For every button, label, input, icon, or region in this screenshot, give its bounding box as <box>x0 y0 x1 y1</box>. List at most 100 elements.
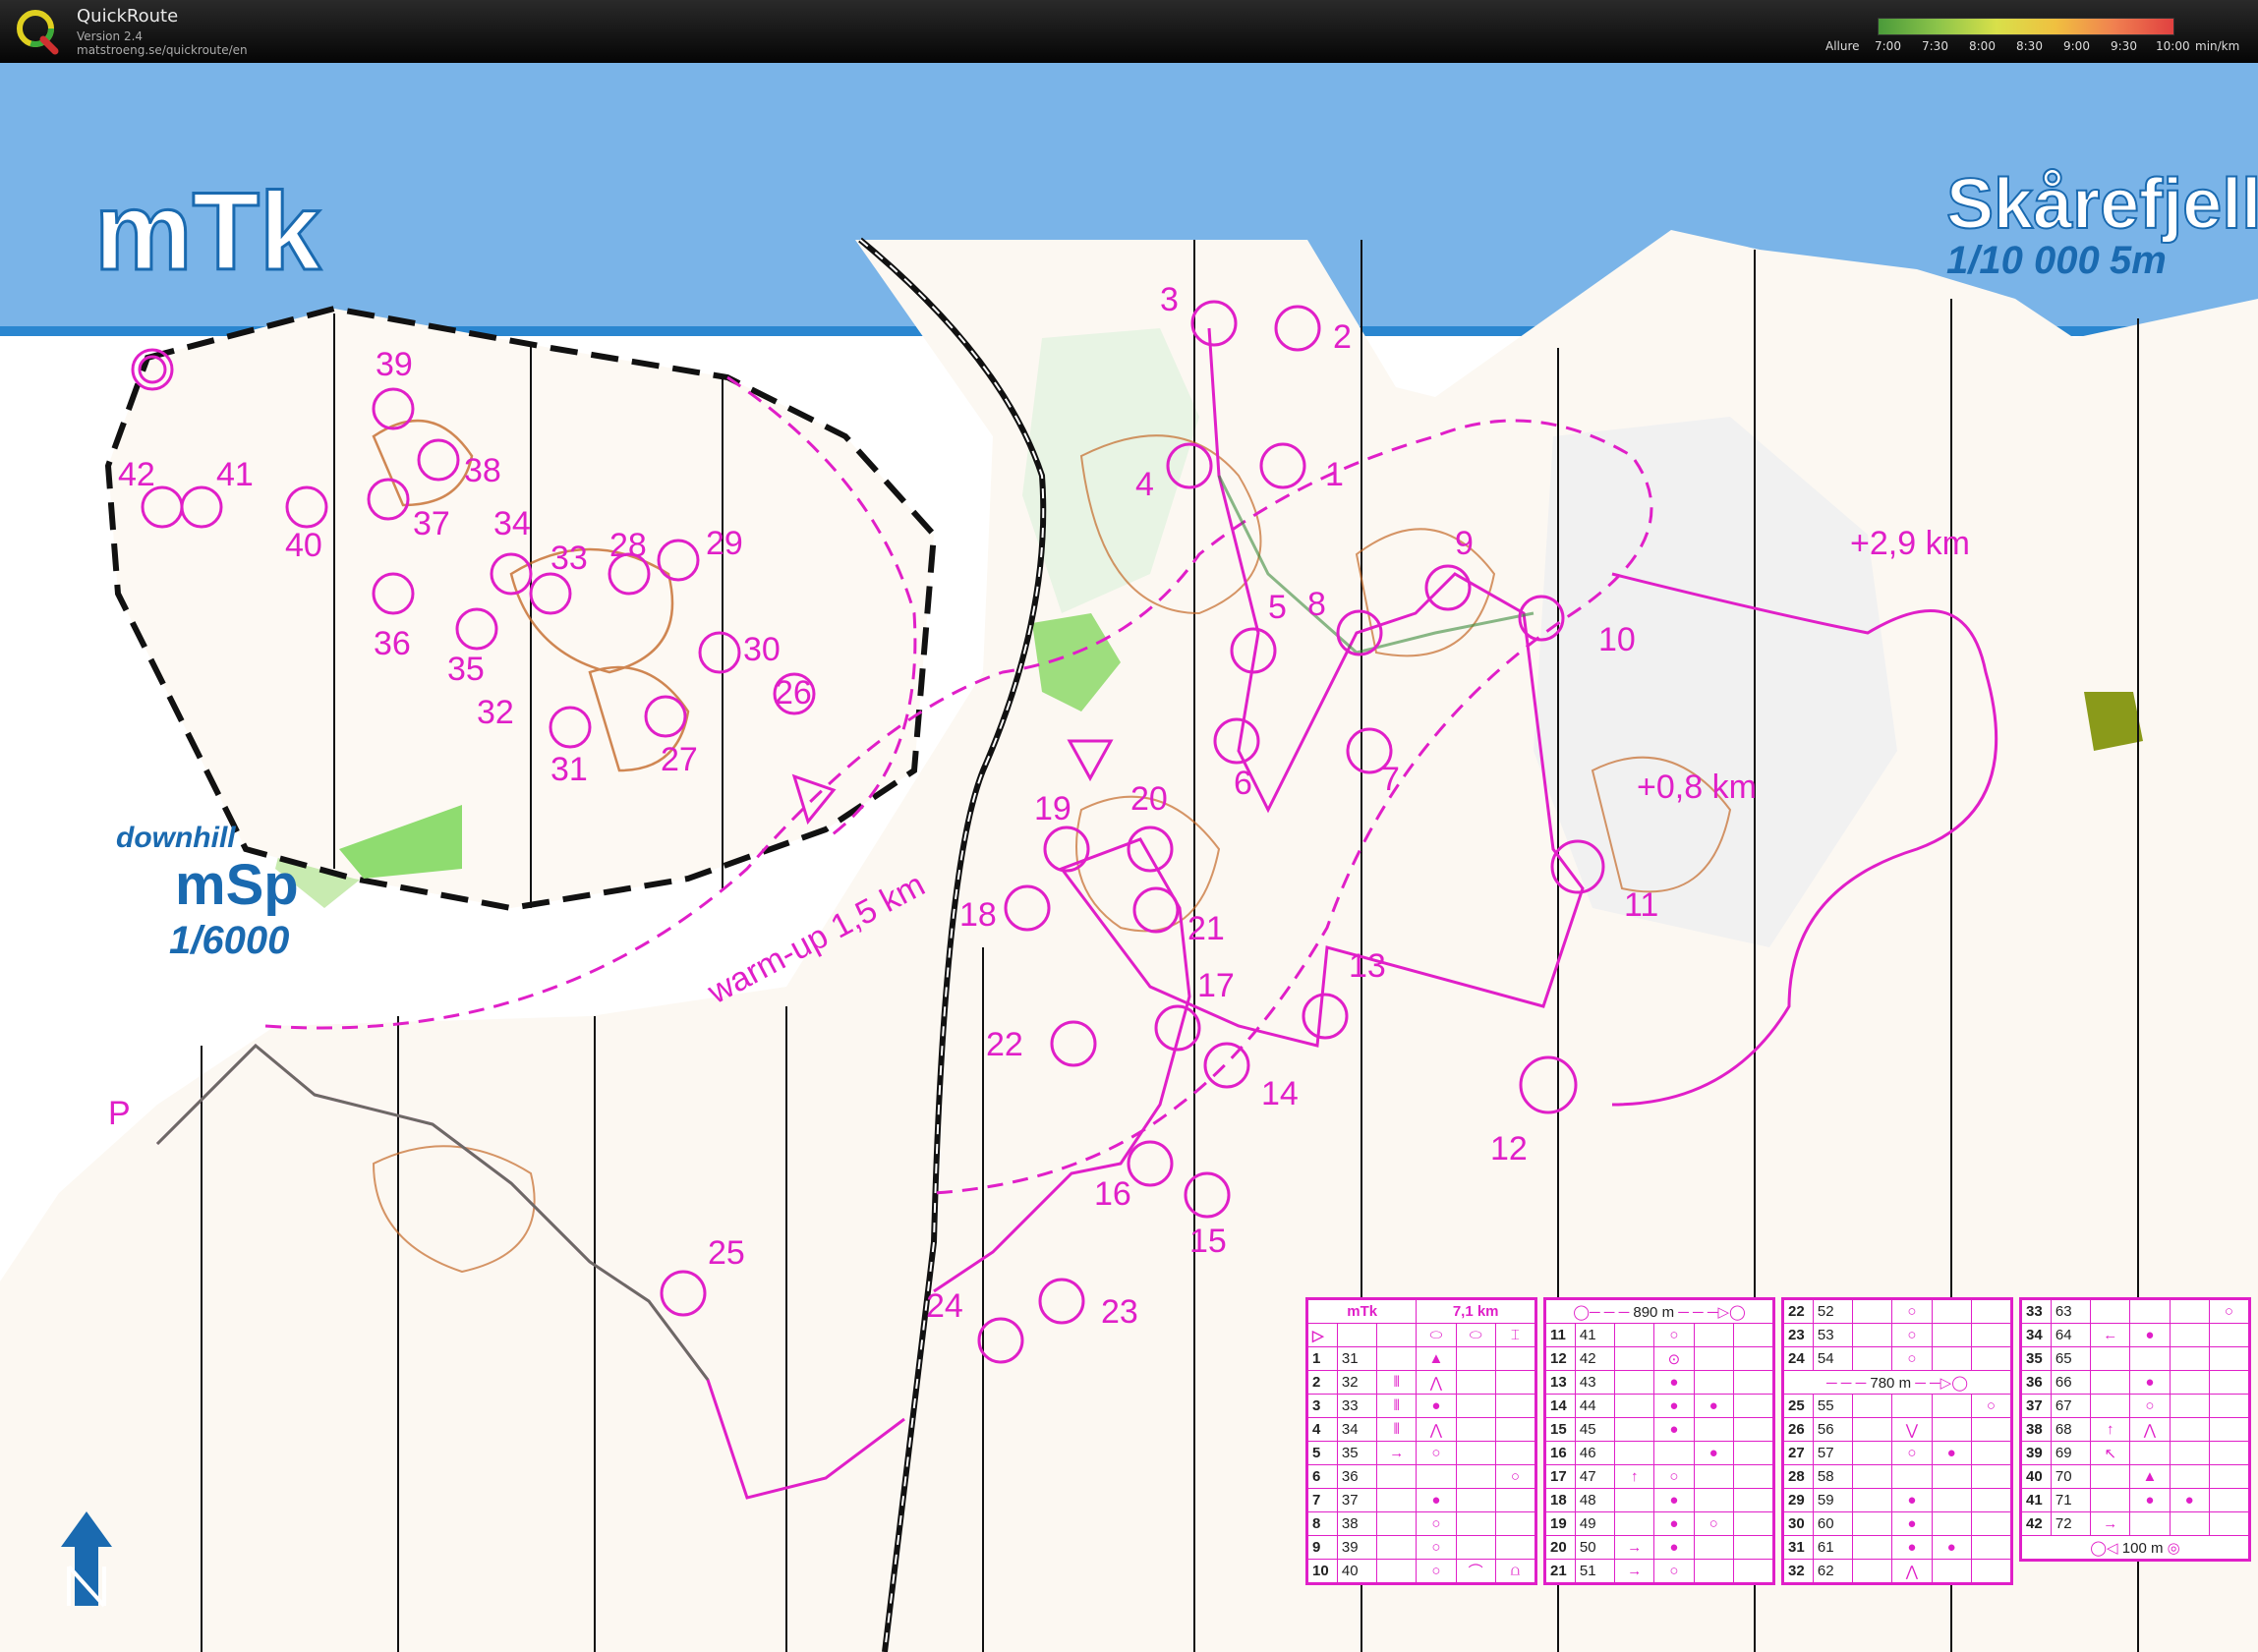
title-bar: QuickRoute Version 2.4 matstroeng.se/qui… <box>0 0 2258 63</box>
description-cell-s4 <box>1970 1559 2012 1583</box>
quickroute-logo-icon <box>17 10 59 55</box>
parking-label: P <box>108 1095 131 1132</box>
description-cell-s1 <box>2090 1464 2131 1489</box>
description-cell-n: 41 <box>2021 1488 2052 1512</box>
description-cell-n: 30 <box>1783 1511 1814 1536</box>
description-cell-n: 39 <box>2021 1441 2052 1465</box>
description-row: 21 51 → ○ <box>1545 1559 1774 1583</box>
description-row: 38 68 ↑ ⋀ <box>2021 1417 2250 1442</box>
description-cell-s2: ● <box>1416 1488 1457 1512</box>
description-cell-s2: ○ <box>1416 1535 1457 1560</box>
description-cell-s2: ● <box>1891 1488 1933 1512</box>
inset-label-msp: mSp <box>175 853 299 917</box>
description-cell-s2 <box>2129 1346 2171 1371</box>
description-cell-c: 50 <box>1574 1535 1616 1560</box>
description-cell-s1 <box>2090 1346 2131 1371</box>
description-cell-s2: ○ <box>1891 1299 1933 1324</box>
description-cell-s2: ▲ <box>1416 1346 1457 1371</box>
description-cell-s4 <box>2208 1394 2250 1418</box>
description-cell-s1 <box>1614 1511 1655 1536</box>
description-row: 13 43 ● <box>1545 1370 1774 1395</box>
description-cell-s3 <box>1931 1511 1972 1536</box>
course-title: mTk <box>94 170 321 293</box>
control-number: 30 <box>743 631 781 668</box>
control-number: 13 <box>1349 947 1386 985</box>
description-cell-s4 <box>1732 1394 1774 1418</box>
description-row: 7 37 ● <box>1307 1488 1536 1512</box>
description-cell-n: 38 <box>2021 1417 2052 1442</box>
control-number: 42 <box>118 456 155 493</box>
control-number: 31 <box>550 751 588 788</box>
description-cell-s1 <box>1614 1346 1655 1371</box>
description-cell-n: 35 <box>2021 1346 2052 1371</box>
description-cell-c: 34 <box>1336 1417 1378 1442</box>
description-cell-n: 34 <box>2021 1323 2052 1347</box>
description-cell-s3: ○ <box>1693 1511 1734 1536</box>
control-number: 8 <box>1307 586 1326 623</box>
description-cell-n: 13 <box>1545 1370 1576 1395</box>
description-table-2: ◯─ ─ ─ 890 m ─ ─ ─▷◯ 11 41 ○ 12 42 ⊙ 13 43 ● 14 44… <box>1543 1297 1775 1585</box>
description-cell-s1 <box>1852 1511 1893 1536</box>
description-cell-s4 <box>1494 1370 1536 1395</box>
description-cell-n: 29 <box>1783 1488 1814 1512</box>
description-cell-s2: ○ <box>1891 1323 1933 1347</box>
description-cell-s3 <box>1931 1394 1972 1418</box>
description-cell-n: 10 <box>1307 1559 1338 1583</box>
description-cell-s1 <box>1852 1394 1893 1418</box>
pace-tick: 10:00 <box>2156 39 2190 53</box>
description-cell-s1 <box>1376 1535 1418 1560</box>
description-table-4: 33 63 ○ 34 64 ← ● 35 65 36 66 ● 37 67 ○ 38 68 ↑ ⋀ 39 69 ↖ 40 70… <box>2019 1297 2251 1562</box>
description-row: 29 59 ● <box>1783 1488 2012 1512</box>
description-cell-c: 41 <box>1574 1323 1616 1347</box>
description-cell-c: 46 <box>1574 1441 1616 1465</box>
description-cell-s3 <box>1693 1559 1734 1583</box>
control-number: 1 <box>1325 456 1344 493</box>
description-cell-s3 <box>1931 1488 1972 1512</box>
description-cell-s4 <box>1732 1441 1774 1465</box>
description-cell-s2: ○ <box>1891 1441 1933 1465</box>
description-cell-s4 <box>1970 1488 2012 1512</box>
description-cell-n: 22 <box>1783 1299 1814 1324</box>
description-row: 22 52 ○ <box>1783 1299 2012 1324</box>
description-cell-c: 60 <box>1812 1511 1854 1536</box>
description-cell-s4: ○ <box>1494 1464 1536 1489</box>
description-cell-s4: ○ <box>1970 1394 2012 1418</box>
control-number: 41 <box>216 456 254 493</box>
description-cell-s3 <box>1931 1464 1972 1489</box>
description-cell-s4 <box>1732 1511 1774 1536</box>
description-cell-s4 <box>2208 1441 2250 1465</box>
description-cell-s1: → <box>1614 1535 1655 1560</box>
description-row: 18 48 ● <box>1545 1488 1774 1512</box>
description-cell-s3: ⌒ <box>1455 1559 1496 1583</box>
control-number: 23 <box>1101 1293 1138 1331</box>
description-cell-s2 <box>1891 1464 1933 1489</box>
description-cell-s1 <box>1376 1511 1418 1536</box>
description-cell-n: 23 <box>1783 1323 1814 1347</box>
description-cell-s4 <box>1494 1394 1536 1418</box>
description-table-3: 22 52 ○ 23 53 ○ 24 54 ○ ─ ─ ─ 780 m ─ ─▷◯ 25 55 ○ 2… <box>1781 1297 2013 1585</box>
description-cell-s4 <box>1494 1417 1536 1442</box>
pace-legend-label: Allure <box>1825 39 1860 53</box>
description-cell-s3 <box>1693 1535 1734 1560</box>
description-cell-c: 32 <box>1336 1370 1378 1395</box>
description-cell-s4: ⩍ <box>1494 1559 1536 1583</box>
description-cell-s4 <box>2208 1346 2250 1371</box>
description-cell-c: 58 <box>1812 1464 1854 1489</box>
description-cell-s3 <box>2169 1299 2210 1324</box>
description-cell-s1: ⫴ <box>1376 1417 1418 1442</box>
description-row: 24 54 ○ <box>1783 1346 2012 1371</box>
description-cell-s2: ⋀ <box>1891 1559 1933 1583</box>
control-number: 36 <box>374 625 411 662</box>
app-version: Version 2.4 <box>77 29 144 43</box>
description-cell-s3 <box>1455 1464 1496 1489</box>
description-row: 16 46 ● <box>1545 1441 1774 1465</box>
description-row: 9 39 ○ <box>1307 1535 1536 1560</box>
description-cell-s3 <box>1931 1299 1972 1324</box>
control-number: 5 <box>1268 589 1287 626</box>
description-row: 30 60 ● <box>1783 1511 2012 1536</box>
description-cell-s3 <box>2169 1417 2210 1442</box>
control-number: 11 <box>1624 886 1658 924</box>
description-cell-s1 <box>1852 1559 1893 1583</box>
description-row: 1 31 ▲ <box>1307 1346 1536 1371</box>
description-cell-c: 54 <box>1812 1346 1854 1371</box>
